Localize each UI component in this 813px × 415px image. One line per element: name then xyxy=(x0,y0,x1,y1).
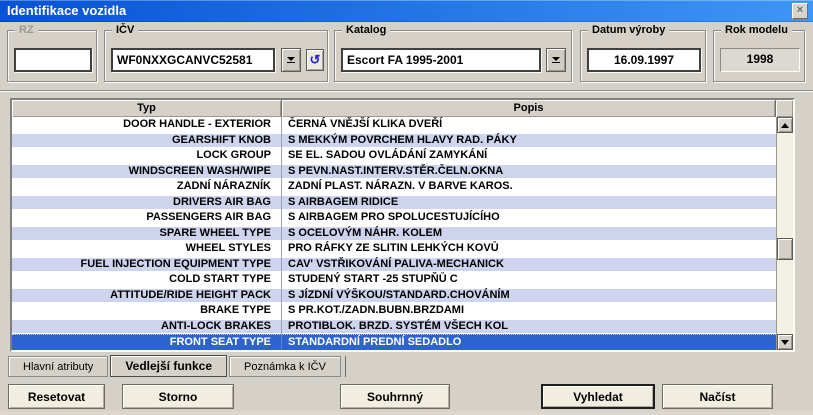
scrollbar-thumb[interactable] xyxy=(777,238,793,260)
table-row[interactable]: BRAKE TYPES PR.KOT./ZADN.BUBN.BRZDAMI xyxy=(12,303,776,319)
rok-modelu-group: Rok modelu 1998 xyxy=(713,30,805,82)
cell-popis: S OCELOVÝM NÁHR. KOLEM xyxy=(282,226,776,242)
table-row[interactable]: ATTITUDE/RIDE HEIGHT PACKS JÍZDNÍ VÝŠKOU… xyxy=(12,288,776,304)
cell-typ: PASSENGERS AIR BAG xyxy=(12,210,282,226)
table-row[interactable]: DRIVERS AIR BAGS AIRBAGEM RIDICE xyxy=(12,195,776,211)
table-row[interactable]: ZADNÍ NÁRAZNÍKZADNÍ PLAST. NÁRAZN. V BAR… xyxy=(12,179,776,195)
table-row[interactable]: FRONT SEAT TYPESTANDARDNÍ PREDNÍ SEDADLO xyxy=(12,334,776,350)
icv-dropdown-icon[interactable] xyxy=(281,48,301,72)
table-header: Typ Popis xyxy=(12,100,793,117)
table-row[interactable]: WINDSCREEN WASH/WIPES PEVN.NAST.INTERV.S… xyxy=(12,164,776,180)
icv-input[interactable] xyxy=(111,48,275,72)
cell-popis: S MEKKÝM POVRCHEM HLAVY RAD. PÁKY xyxy=(282,133,776,149)
column-header-popis[interactable]: Popis xyxy=(282,100,776,117)
cell-popis: S PEVN.NAST.INTERV.STĚR.ČELN.OKNA xyxy=(282,164,776,180)
vyhledat-button[interactable]: Vyhledat xyxy=(541,384,655,409)
cell-typ: WINDSCREEN WASH/WIPE xyxy=(12,164,282,180)
scroll-up-icon[interactable] xyxy=(777,117,793,133)
cell-popis: S AIRBAGEM RIDICE xyxy=(282,195,776,211)
katalog-input[interactable] xyxy=(341,48,541,72)
cell-typ: SPARE WHEEL TYPE xyxy=(12,226,282,242)
window-bottom-edge xyxy=(0,411,813,415)
cell-typ: GEARSHIFT KNOB xyxy=(12,133,282,149)
storno-button[interactable]: Storno xyxy=(122,384,234,409)
underline-bar xyxy=(287,62,295,63)
table-row[interactable]: COLD START TYPESTUDENÝ START -25 STUPŇŮ … xyxy=(12,272,776,288)
tab-strip: Hlavní atributy Vedlejší funkce Poznámka… xyxy=(8,355,346,377)
nacist-button[interactable]: Načíst xyxy=(662,384,773,409)
table-row[interactable]: DOOR HANDLE - EXTERIORČERNÁ VNĚJŠÍ KLIKA… xyxy=(12,117,776,133)
cell-typ: WHEEL STYLES xyxy=(12,241,282,257)
katalog-dropdown-icon[interactable] xyxy=(546,48,566,72)
cell-popis: CAV' VSTŘIKOVÁNÍ PALIVA-MECHANICK xyxy=(282,257,776,273)
cell-typ: BRAKE TYPE xyxy=(12,303,282,319)
attributes-table: Typ Popis DOOR HANDLE - EXTERIORČERNÁ VN… xyxy=(10,98,795,352)
table-row[interactable]: PASSENGERS AIR BAGS AIRBAGEM PRO SPOLUCE… xyxy=(12,210,776,226)
table-row[interactable]: ANTI-LOCK BRAKESPROTIBLOK. BRZD. SYSTÉM … xyxy=(12,319,776,335)
rz-group: RZ xyxy=(7,30,97,82)
cell-typ: LOCK GROUP xyxy=(12,148,282,164)
scroll-down-icon[interactable] xyxy=(777,334,793,350)
katalog-label: Katalog xyxy=(342,23,390,37)
datum-vyroby-input[interactable] xyxy=(587,48,701,72)
tab-strip-edge xyxy=(345,356,346,377)
up-triangle-icon xyxy=(781,123,789,128)
rok-modelu-value: 1998 xyxy=(720,48,800,72)
down-triangle-icon xyxy=(781,340,789,345)
cell-popis: ZADNÍ PLAST. NÁRAZN. V BARVE KAROS. xyxy=(282,179,776,195)
cell-popis: SE EL. SADOU OVLÁDÁNÍ ZAMYKÁNÍ xyxy=(282,148,776,164)
vertical-scrollbar[interactable] xyxy=(776,117,793,350)
window-title: Identifikace vozidla xyxy=(7,3,126,18)
rz-label: RZ xyxy=(15,23,38,37)
icv-group: IČV ↺ xyxy=(104,30,328,82)
datum-vyroby-group: Datum výroby xyxy=(580,30,706,82)
cell-popis: S PR.KOT./ZADN.BUBN.BRZDAMI xyxy=(282,303,776,319)
cell-typ: FUEL INJECTION EQUIPMENT TYPE xyxy=(12,257,282,273)
table-row[interactable]: WHEEL STYLESPRO RÁFKY ZE SLITIN LEHKÝCH … xyxy=(12,241,776,257)
table-row[interactable]: FUEL INJECTION EQUIPMENT TYPECAV' VSTŘIK… xyxy=(12,257,776,273)
rok-modelu-label: Rok modelu xyxy=(721,23,792,37)
cell-popis: S JÍZDNÍ VÝŠKOU/STANDARD.CHOVÁNÍM xyxy=(282,288,776,304)
cell-typ: ATTITUDE/RIDE HEIGHT PACK xyxy=(12,288,282,304)
cell-popis: PRO RÁFKY ZE SLITIN LEHKÝCH KOVŮ xyxy=(282,241,776,257)
katalog-group: Katalog xyxy=(334,30,572,82)
down-arrow-icon xyxy=(287,57,295,61)
cell-typ: FRONT SEAT TYPE xyxy=(12,335,282,350)
divider xyxy=(0,90,813,92)
cell-typ: ANTI-LOCK BRAKES xyxy=(12,319,282,335)
tab-poznamka-k-icv[interactable]: Poznámka k IČV xyxy=(229,356,341,377)
header-corner xyxy=(776,100,793,117)
column-header-typ[interactable]: Typ xyxy=(12,100,282,117)
table-row[interactable]: SPARE WHEEL TYPES OCELOVÝM NÁHR. KOLEM xyxy=(12,226,776,242)
table-row[interactable]: GEARSHIFT KNOBS MEKKÝM POVRCHEM HLAVY RA… xyxy=(12,133,776,149)
table-body: DOOR HANDLE - EXTERIORČERNÁ VNĚJŠÍ KLIKA… xyxy=(12,117,776,350)
souhrnny-button[interactable]: Souhrnný xyxy=(340,384,450,409)
cell-typ: DOOR HANDLE - EXTERIOR xyxy=(12,117,282,133)
underline-bar xyxy=(552,62,560,63)
resetovat-button[interactable]: Resetovat xyxy=(8,384,105,409)
cell-typ: DRIVERS AIR BAG xyxy=(12,195,282,211)
cell-popis: STANDARDNÍ PREDNÍ SEDADLO xyxy=(282,335,776,350)
table-row[interactable]: LOCK GROUPSE EL. SADOU OVLÁDÁNÍ ZAMYKÁNÍ xyxy=(12,148,776,164)
cell-typ: ZADNÍ NÁRAZNÍK xyxy=(12,179,282,195)
tab-vedlejsi-funkce[interactable]: Vedlejší funkce xyxy=(110,355,227,377)
identifikace-vozidla-dialog: Identifikace vozidla × RZ IČV ↺ Katalog … xyxy=(0,0,813,415)
cell-popis: PROTIBLOK. BRZD. SYSTÉM VŠECH KOL xyxy=(282,319,776,335)
titlebar[interactable]: Identifikace vozidla × xyxy=(0,0,813,22)
close-icon[interactable]: × xyxy=(792,3,808,19)
cell-popis: ČERNÁ VNĚJŠÍ KLIKA DVEŘÍ xyxy=(282,117,776,133)
rz-input[interactable] xyxy=(14,48,92,72)
icv-label: IČV xyxy=(112,23,138,37)
cell-popis: S AIRBAGEM PRO SPOLUCESTUJÍCÍHO xyxy=(282,210,776,226)
cell-typ: COLD START TYPE xyxy=(12,272,282,288)
datum-vyroby-label: Datum výroby xyxy=(588,23,669,37)
down-arrow-icon xyxy=(552,57,560,61)
cell-popis: STUDENÝ START -25 STUPŇŮ C xyxy=(282,272,776,288)
undo-icon[interactable]: ↺ xyxy=(306,49,324,71)
tab-hlavni-atributy[interactable]: Hlavní atributy xyxy=(8,356,108,377)
